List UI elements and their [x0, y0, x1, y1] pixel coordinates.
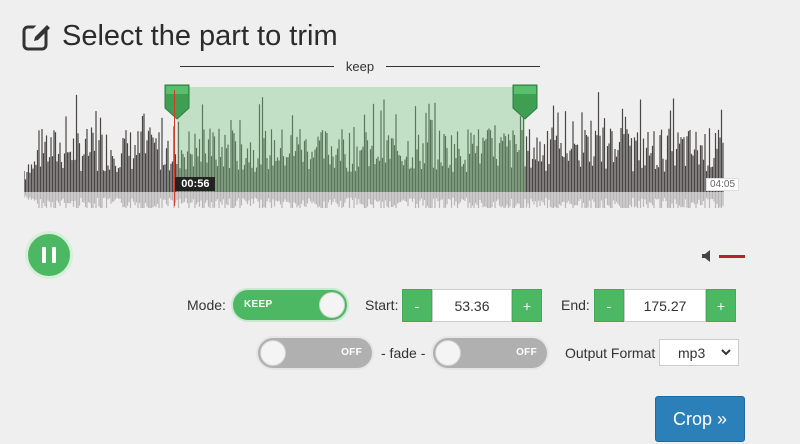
chevron-down-icon: [721, 349, 731, 356]
pause-icon-bar: [52, 247, 56, 263]
end-decrement-button[interactable]: -: [594, 289, 624, 322]
fade-in-toggle[interactable]: OFF: [256, 336, 374, 370]
page-title: Select the part to trim: [62, 20, 338, 52]
fade-out-toggle-text: OFF: [516, 347, 537, 358]
start-increment-button[interactable]: +: [512, 289, 542, 322]
fade-out-toggle[interactable]: OFF: [431, 336, 549, 370]
mode-label: Mode:: [187, 297, 226, 313]
trim-page: Select the part to trim keep 00:56 04:05…: [0, 0, 800, 444]
crop-button[interactable]: Crop »: [655, 396, 745, 442]
total-time-badge: 04:05: [706, 178, 740, 191]
keep-line-left: [180, 65, 334, 67]
end-stepper: - +: [594, 289, 736, 322]
output-format-select[interactable]: mp3: [659, 339, 739, 366]
title-row: Select the part to trim: [22, 20, 338, 53]
end-input[interactable]: [624, 289, 706, 322]
mode-toggle-text: KEEP: [244, 299, 273, 310]
end-label: End:: [561, 297, 590, 313]
current-time-badge: 00:56: [175, 177, 216, 191]
fade-out-toggle-knob: [435, 340, 461, 366]
fade-label: - fade -: [381, 345, 426, 361]
start-handle-icon[interactable]: [164, 84, 190, 120]
keep-line-right: [386, 65, 541, 67]
volume-slider[interactable]: [719, 254, 745, 258]
start-stepper: - +: [402, 289, 542, 322]
output-format-label: Output Format: [565, 345, 656, 361]
pause-icon: [42, 247, 46, 263]
keep-indicator: keep: [180, 58, 541, 74]
edit-icon: [22, 21, 50, 50]
fade-in-toggle-text: OFF: [341, 347, 362, 358]
end-handle-icon[interactable]: [512, 84, 538, 120]
mode-toggle-knob: [319, 292, 345, 318]
keep-label: keep: [345, 58, 375, 74]
start-label: Start:: [365, 297, 399, 313]
selection-region[interactable]: [176, 87, 526, 192]
speaker-icon[interactable]: [702, 250, 714, 262]
end-increment-button[interactable]: +: [706, 289, 736, 322]
start-decrement-button[interactable]: -: [402, 289, 432, 322]
mode-toggle[interactable]: KEEP: [231, 288, 349, 322]
waveform-area[interactable]: 00:56 04:05: [24, 84, 744, 214]
volume-control[interactable]: [702, 249, 746, 263]
start-input[interactable]: [432, 289, 512, 322]
pause-button[interactable]: [25, 231, 73, 279]
output-format-value: mp3: [678, 344, 706, 361]
fade-in-toggle-knob: [260, 340, 286, 366]
